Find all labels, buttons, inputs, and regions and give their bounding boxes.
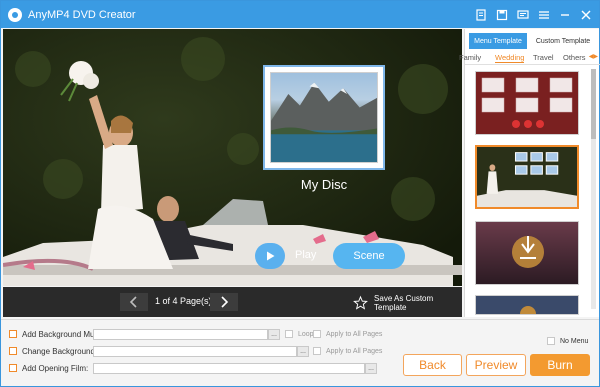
loop-checkbox[interactable] [285, 330, 293, 338]
play-icon [267, 251, 275, 261]
category-others[interactable]: Others [563, 53, 586, 62]
minimize-icon[interactable] [558, 8, 572, 22]
template-categories: Family Wedding Travel Others ◀▶ [459, 51, 600, 65]
template-thumbnail[interactable] [475, 295, 579, 315]
disc-thumbnail-image [270, 72, 378, 163]
apply-all-background-option[interactable]: Apply to All Pages [313, 347, 382, 355]
template-thumbnail-selected[interactable] [475, 145, 579, 209]
template-tabs: Menu Template Custom Template [465, 33, 600, 49]
no-menu-option[interactable]: No Menu [547, 337, 588, 345]
template-thumbnail[interactable] [475, 71, 579, 135]
category-travel[interactable]: Travel [533, 53, 554, 62]
apply-all-music-option[interactable]: Apply to All Pages [313, 330, 382, 338]
add-background-music-checkbox[interactable] [9, 330, 17, 338]
add-opening-film-label: Add Opening Film: [22, 363, 89, 373]
change-background-checkbox[interactable] [9, 347, 17, 355]
template-scrollbar-thumb[interactable] [591, 69, 596, 139]
play-label[interactable]: Play [295, 249, 316, 261]
add-background-music-row: Add Background Music: [9, 327, 107, 341]
no-menu-checkbox[interactable] [547, 337, 555, 345]
category-scroll-arrows-icon[interactable]: ◀▶ [589, 53, 598, 60]
preview-button[interactable]: Preview [466, 354, 526, 376]
options-panel: Add Background Music: ... Loop Apply to … [1, 319, 599, 386]
change-background-row: Change Background: [9, 344, 97, 358]
back-button[interactable]: Back [403, 354, 462, 376]
disc-thumbnail[interactable] [263, 65, 385, 170]
loop-label: Loop [298, 330, 314, 338]
apply-all-music-label: Apply to All Pages [326, 330, 383, 338]
apply-all-music-checkbox[interactable] [313, 330, 321, 338]
opening-film-path-field[interactable] [93, 363, 365, 374]
app-logo-icon [8, 7, 22, 22]
app-window: AnyMP4 DVD Creator My Disc Play Scene 1 … [0, 0, 600, 387]
scene-button[interactable]: Scene [333, 243, 405, 269]
previous-page-button[interactable] [120, 293, 148, 311]
save-icon[interactable] [495, 8, 509, 22]
next-page-button[interactable] [210, 293, 238, 311]
background-music-browse-button[interactable]: ... [268, 329, 280, 340]
change-background-label: Change Background: [22, 346, 98, 356]
tab-menu-template[interactable]: Menu Template [469, 33, 527, 49]
add-opening-film-checkbox[interactable] [9, 364, 17, 372]
tab-custom-template[interactable]: Custom Template [529, 33, 597, 49]
template-thumbnail[interactable] [475, 221, 579, 285]
document-icon[interactable] [474, 8, 488, 22]
title-bar: AnyMP4 DVD Creator [1, 1, 599, 28]
save-as-custom-template-label: Save As Custom Template [374, 294, 434, 312]
burn-button[interactable]: Burn [530, 354, 590, 376]
page-indicator: 1 of 4 Page(s) [155, 296, 212, 306]
menu-preview[interactable]: My Disc Play Scene [3, 29, 462, 286]
apply-all-background-checkbox[interactable] [313, 347, 321, 355]
save-as-custom-template-button[interactable]: Save As Custom Template [353, 294, 462, 312]
no-menu-label: No Menu [560, 337, 589, 345]
chevron-right-icon [221, 296, 229, 308]
background-browse-button[interactable]: ... [297, 346, 309, 357]
opening-film-browse-button[interactable]: ... [365, 363, 377, 374]
page-navigation-bar: 1 of 4 Page(s) Save As Custom Template [3, 287, 462, 317]
preview-controls: Play Scene [255, 243, 405, 269]
star-icon [353, 295, 368, 310]
background-music-path-field[interactable] [93, 329, 268, 340]
template-panel: Menu Template Custom Template Family Wed… [459, 29, 600, 317]
menu-icon[interactable] [537, 8, 551, 22]
chevron-left-icon [129, 296, 137, 308]
category-wedding[interactable]: Wedding [495, 53, 525, 63]
category-family[interactable]: Family [459, 53, 481, 62]
apply-all-background-label: Apply to All Pages [326, 347, 383, 355]
feedback-icon[interactable] [516, 8, 530, 22]
play-button[interactable] [255, 243, 285, 269]
app-title: AnyMP4 DVD Creator [28, 8, 136, 21]
add-opening-film-row: Add Opening Film: [9, 361, 88, 375]
background-path-field[interactable] [93, 346, 297, 357]
template-scrollbar[interactable] [591, 69, 596, 309]
close-icon[interactable] [579, 8, 593, 22]
window-controls [474, 1, 593, 28]
disc-title[interactable]: My Disc [263, 177, 385, 192]
loop-option[interactable]: Loop [285, 330, 314, 338]
